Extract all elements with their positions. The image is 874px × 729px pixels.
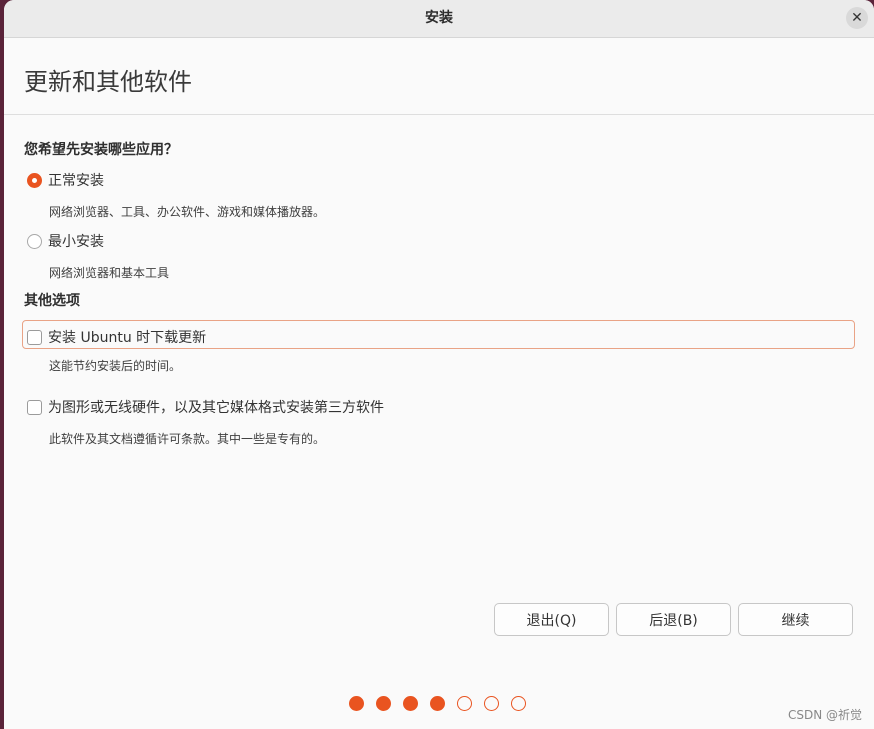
third-party-option[interactable]: 为图形或无线硬件，以及其它媒体格式安装第三方软件: [27, 397, 384, 417]
progress-dot: [484, 696, 499, 711]
progress-dot: [511, 696, 526, 711]
back-button[interactable]: 后退(B): [616, 603, 731, 636]
download-updates-label[interactable]: 安装 Ubuntu 时下载更新: [48, 327, 206, 347]
other-options-heading: 其他选项: [24, 293, 80, 309]
minimal-install-option[interactable]: 最小安装: [27, 231, 104, 251]
install-type-heading: 您希望先安装哪些应用？: [24, 142, 178, 158]
third-party-description: 此软件及其文档遵循许可条款。其中一些是专有的。: [49, 432, 326, 446]
window-title: 安装: [425, 10, 453, 26]
minimal-install-description: 网络浏览器和基本工具: [49, 266, 170, 280]
progress-dot: [457, 696, 472, 711]
progress-dot: [403, 696, 418, 711]
normal-install-description: 网络浏览器、工具、办公软件、游戏和媒体播放器。: [49, 205, 326, 219]
third-party-label[interactable]: 为图形或无线硬件，以及其它媒体格式安装第三方软件: [48, 397, 384, 417]
third-party-checkbox[interactable]: [27, 399, 42, 415]
normal-install-label[interactable]: 正常安装: [48, 170, 104, 190]
page-title: 更新和其他软件: [24, 68, 192, 96]
quit-button[interactable]: 退出(Q): [494, 603, 609, 636]
continue-button[interactable]: 继续: [738, 603, 853, 636]
normal-install-option[interactable]: 正常安装: [27, 170, 104, 190]
progress-dots: [349, 696, 526, 711]
watermark: CSDN @祈觉: [787, 708, 862, 722]
title-bar: 安装 ✕: [4, 0, 874, 38]
installer-window: 安装 ✕ 更新和其他软件 您希望先安装哪些应用？ 正常安装 网络浏览器、工具、办…: [4, 0, 874, 729]
download-updates-checkbox[interactable]: [27, 329, 42, 345]
close-icon[interactable]: ✕: [846, 7, 868, 29]
progress-dot: [376, 696, 391, 711]
minimal-install-radio[interactable]: [27, 233, 42, 249]
download-updates-option[interactable]: 安装 Ubuntu 时下载更新: [27, 327, 206, 347]
progress-dot: [349, 696, 364, 711]
progress-dot: [430, 696, 445, 711]
minimal-install-label[interactable]: 最小安装: [48, 231, 104, 251]
header-divider: [4, 114, 874, 115]
normal-install-radio[interactable]: [27, 172, 42, 188]
download-updates-description: 这能节约安装后的时间。: [49, 359, 182, 373]
